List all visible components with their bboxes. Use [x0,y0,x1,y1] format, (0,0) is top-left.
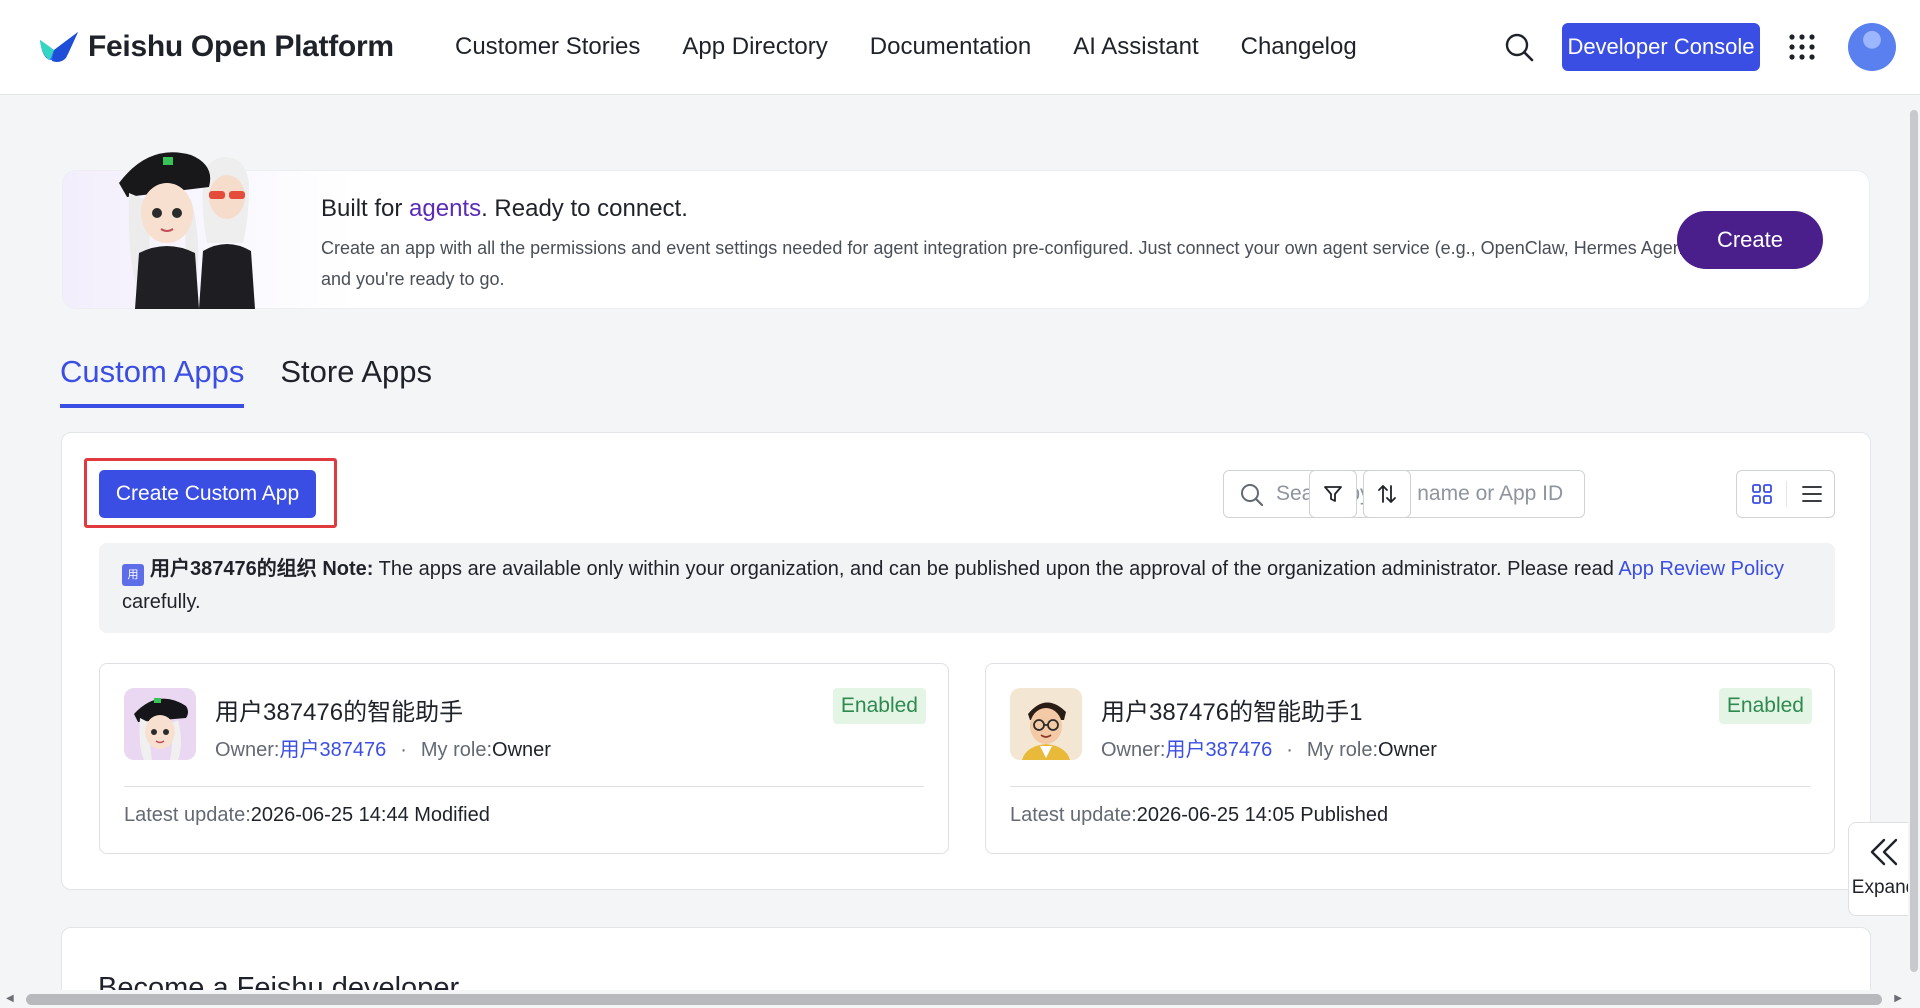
my-role: Owner [492,739,551,761]
double-chevron-left-icon [1870,838,1898,866]
card-divider [1010,786,1810,787]
top-navigation-bar: Feishu Open Platform Customer Stories Ap… [0,0,1920,95]
app-type-tabs: Custom Apps Store Apps [60,354,468,408]
banner-title: Built for agents. Ready to connect. [321,195,688,222]
search-icon[interactable] [1504,32,1534,62]
filter-button[interactable] [1309,470,1357,518]
owner-link[interactable]: 用户387476 [1165,739,1272,761]
app-avatar [1010,688,1082,760]
search-icon [1241,484,1264,507]
banner-description: Create an app with all the permissions a… [321,238,1694,289]
app-meta: Owner:用户387476 · My role:Owner [215,739,551,761]
nav-customer-stories[interactable]: Customer Stories [455,33,640,61]
agent-characters-illustration [119,152,255,309]
page: Feishu Open Platform Customer Stories Ap… [0,0,1920,1008]
card-divider [124,786,924,787]
custom-apps-panel: Create Custom App Search by app name or … [61,432,1871,890]
nav-changelog[interactable]: Changelog [1241,33,1357,61]
status-badge: Enabled [832,688,926,724]
status-badge: Enabled [1718,688,1812,724]
app-card[interactable]: 用户387476的智能助手 Owner:用户387476 · My role:Own… [99,663,949,854]
note-label: Note: [322,558,374,580]
scroll-right-icon[interactable]: ▶ [1894,993,1902,1004]
app-avatar [124,688,196,760]
organization-icon: 用 [122,564,144,586]
nav-ai-assistant[interactable]: AI Assistant [1073,33,1198,61]
latest-update: Latest update:2026-06-25 14:05 Published [1010,804,1389,826]
horizontal-scrollbar[interactable]: ◀ ▶ [0,990,1908,1008]
horizontal-scrollbar-thumb[interactable] [26,994,1882,1005]
agent-banner: Built for agents. Ready to connect. Crea… [62,152,1870,309]
view-mode-toggle [1736,470,1835,518]
create-agent-app-button[interactable]: Create [1677,211,1823,269]
list-view-button[interactable] [1787,471,1836,517]
notice-text: The apps are available only within your … [373,558,1619,580]
filter-icon [1324,486,1342,502]
feishu-logo-icon [40,32,78,62]
app-meta: Owner:用户387476 · My role:Owner [1101,739,1437,761]
grid-view-icon [1751,484,1772,504]
main-nav: Customer Stories App Directory Documenta… [455,33,1399,61]
scroll-left-icon[interactable]: ◀ [6,993,14,1004]
app-name[interactable]: 用户387476的智能助手1 [1101,692,1362,727]
organization-notice: 用用户387476的组织 Note: The apps are availabl… [99,543,1835,633]
tab-store-apps[interactable]: Store Apps [280,354,432,408]
developer-console-button[interactable]: Developer Console [1562,23,1760,71]
platform-name: Feishu Open Platform [88,30,394,63]
vertical-scrollbar-thumb[interactable] [1910,110,1918,972]
user-avatar[interactable] [1848,23,1896,71]
create-custom-app-button[interactable]: Create Custom App [99,470,316,518]
apps-grid-icon[interactable] [1788,33,1816,61]
my-role: Owner [1378,739,1437,761]
grid-view-button[interactable] [1737,471,1786,517]
owner-link[interactable]: 用户387476 [279,739,386,761]
organization-name: 用户387476的组织 [150,558,317,580]
vertical-scrollbar[interactable] [1908,96,1920,988]
notice-suffix: carefully. [122,591,201,613]
tab-custom-apps[interactable]: Custom Apps [60,354,245,408]
nav-app-directory[interactable]: App Directory [682,33,827,61]
sort-button[interactable] [1363,470,1411,518]
list-view-icon [1801,486,1822,502]
app-review-policy-link[interactable]: App Review Policy [1618,558,1784,580]
platform-logo[interactable]: Feishu Open Platform [38,28,394,66]
banner-title-highlight: agents [409,195,482,222]
app-name[interactable]: 用户387476的智能助手 [215,692,463,727]
sort-icon [1378,485,1396,503]
nav-documentation[interactable]: Documentation [870,33,1031,61]
latest-update: Latest update:2026-06-25 14:44 Modified [124,804,490,826]
app-card[interactable]: 用户387476的智能助手1 Owner:用户387476 · My role:Ow… [985,663,1835,854]
